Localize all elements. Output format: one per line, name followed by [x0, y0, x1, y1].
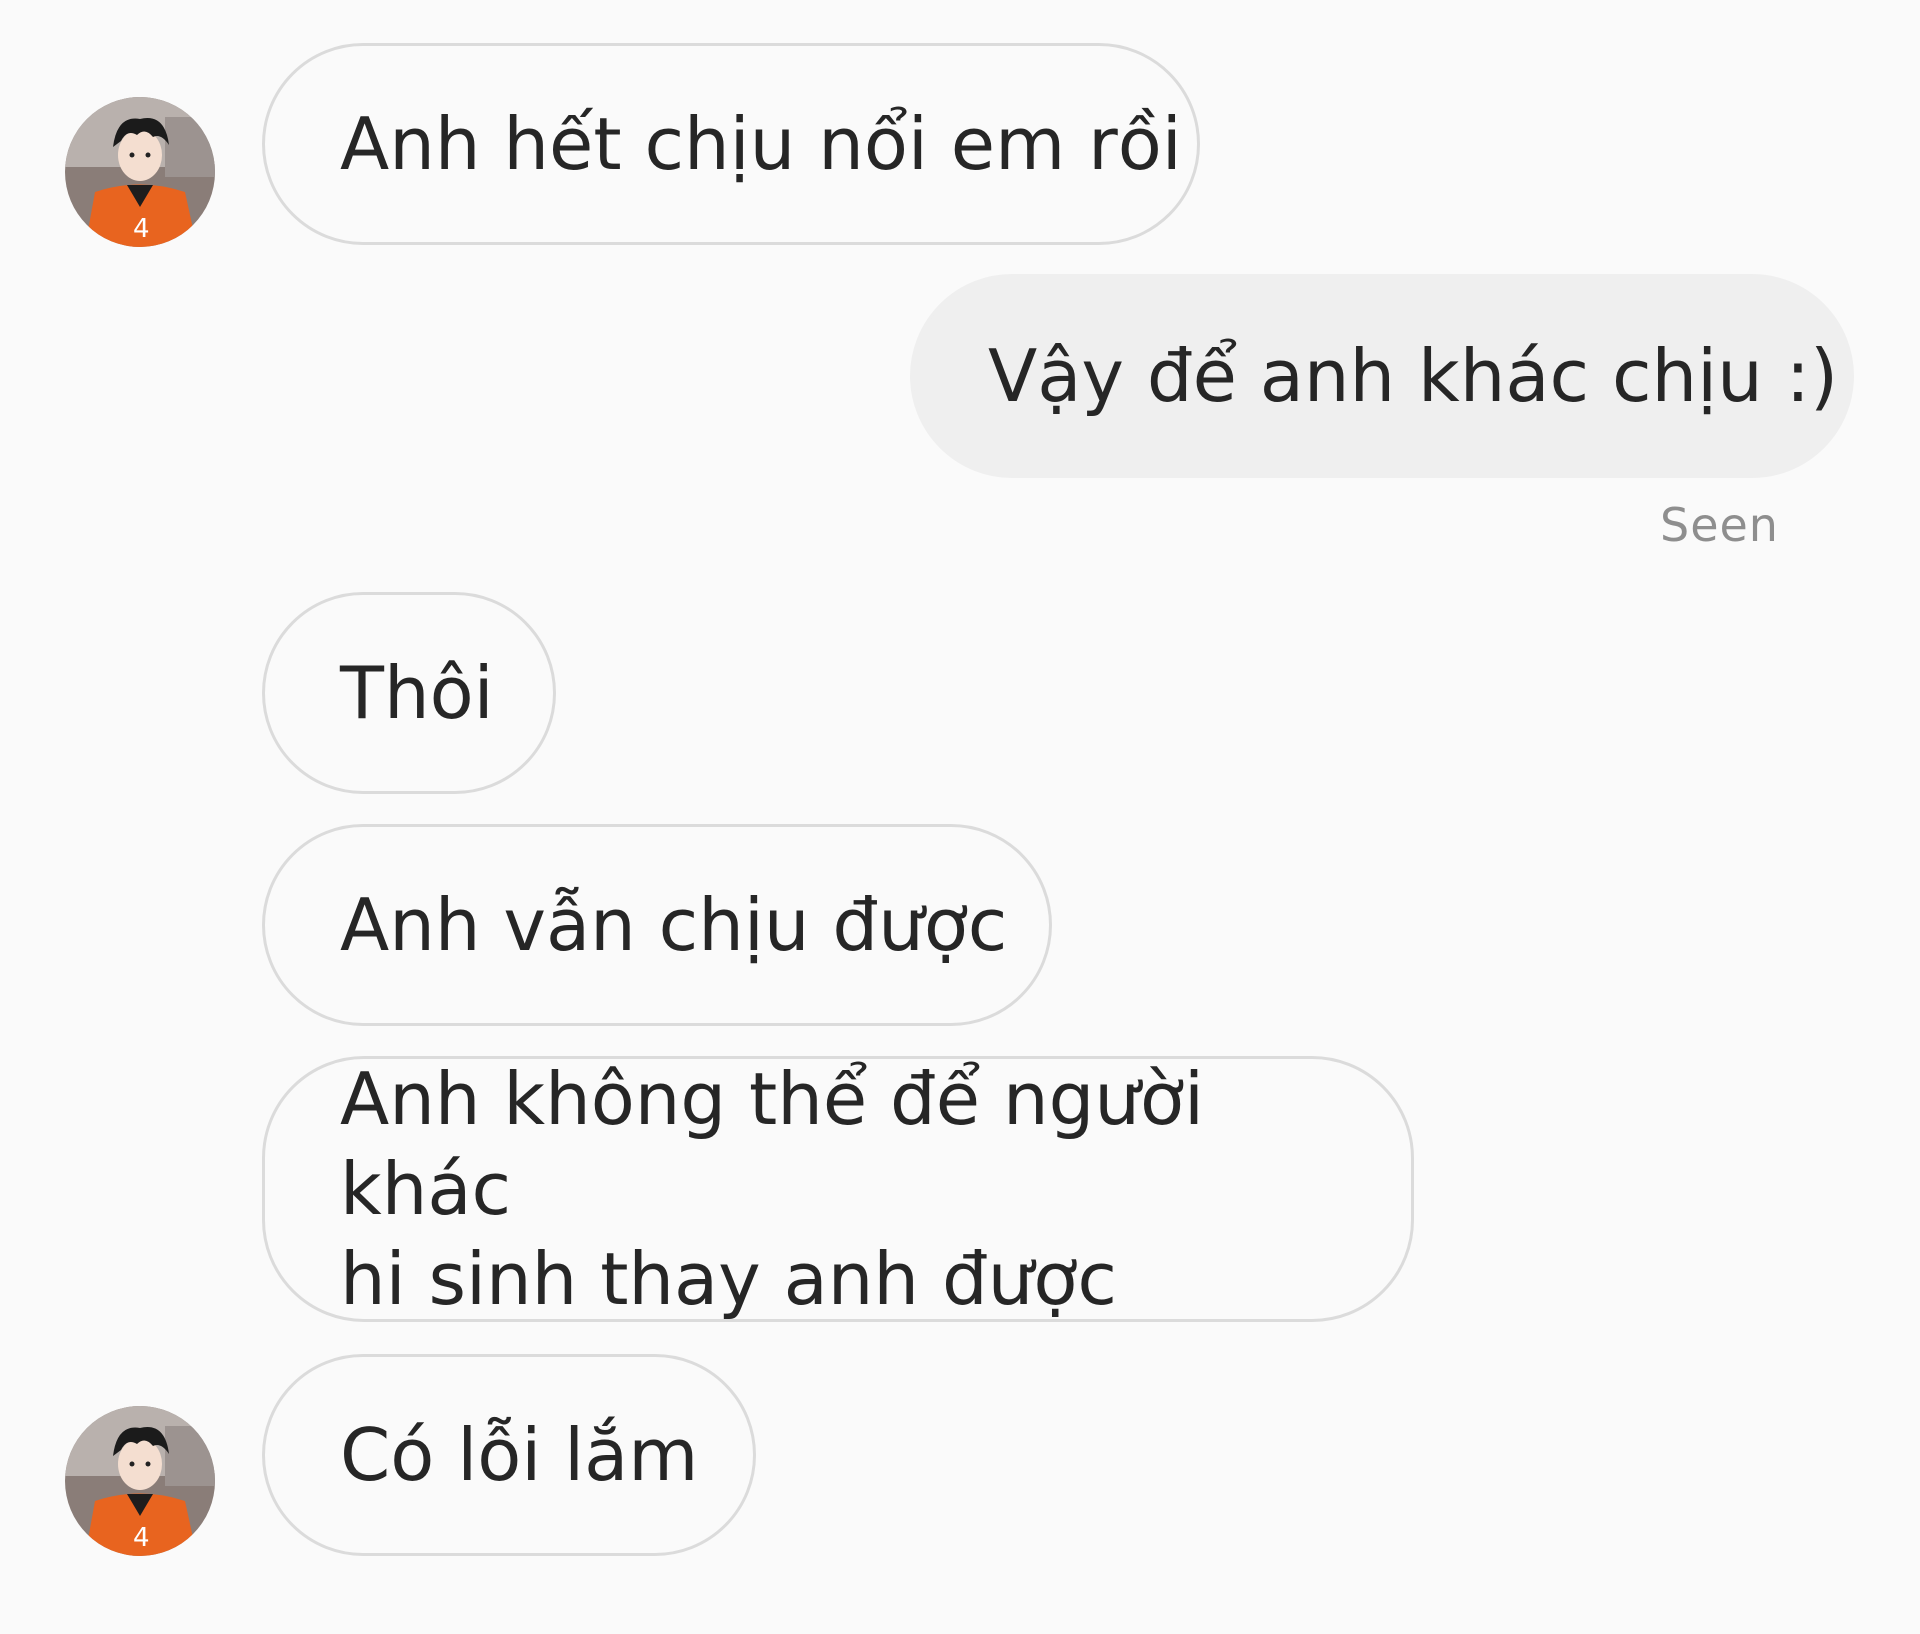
user-avatar-icon: 4 [65, 97, 215, 247]
seen-status: Seen [1660, 498, 1779, 552]
user-avatar-icon: 4 [65, 1406, 215, 1556]
message-text: Thôi [340, 651, 494, 735]
message-text: Có lỗi lắm [340, 1413, 699, 1497]
message-text: Anh hết chịu nổi em rồi [340, 102, 1182, 186]
message-bubble-incoming[interactable]: Thôi [262, 592, 556, 794]
message-text: Anh vẫn chịu được [340, 883, 1008, 967]
message-bubble-incoming[interactable]: Anh hết chịu nổi em rồi [262, 43, 1200, 245]
message-text: Vậy để anh khác chịu :) [988, 334, 1839, 418]
avatar[interactable]: 4 [65, 97, 215, 247]
svg-text:4: 4 [133, 214, 150, 244]
message-line: hi sinh thay anh được [340, 1237, 1117, 1321]
message-bubble-outgoing[interactable]: Vậy để anh khác chịu :) [910, 274, 1854, 478]
message-text: Anh không thể để người khác hi sinh thay… [340, 1054, 1336, 1324]
message-bubble-incoming[interactable]: Có lỗi lắm [262, 1354, 756, 1556]
avatar[interactable]: 4 [65, 1406, 215, 1556]
message-bubble-incoming[interactable]: Anh không thể để người khác hi sinh thay… [262, 1056, 1414, 1322]
message-bubble-incoming[interactable]: Anh vẫn chịu được [262, 824, 1052, 1026]
svg-text:4: 4 [133, 1523, 150, 1553]
chat-thread: 4 Anh hết chịu nổi em rồi Vậy để anh khá… [0, 0, 1920, 1634]
message-line: Anh không thể để người khác [340, 1057, 1204, 1231]
